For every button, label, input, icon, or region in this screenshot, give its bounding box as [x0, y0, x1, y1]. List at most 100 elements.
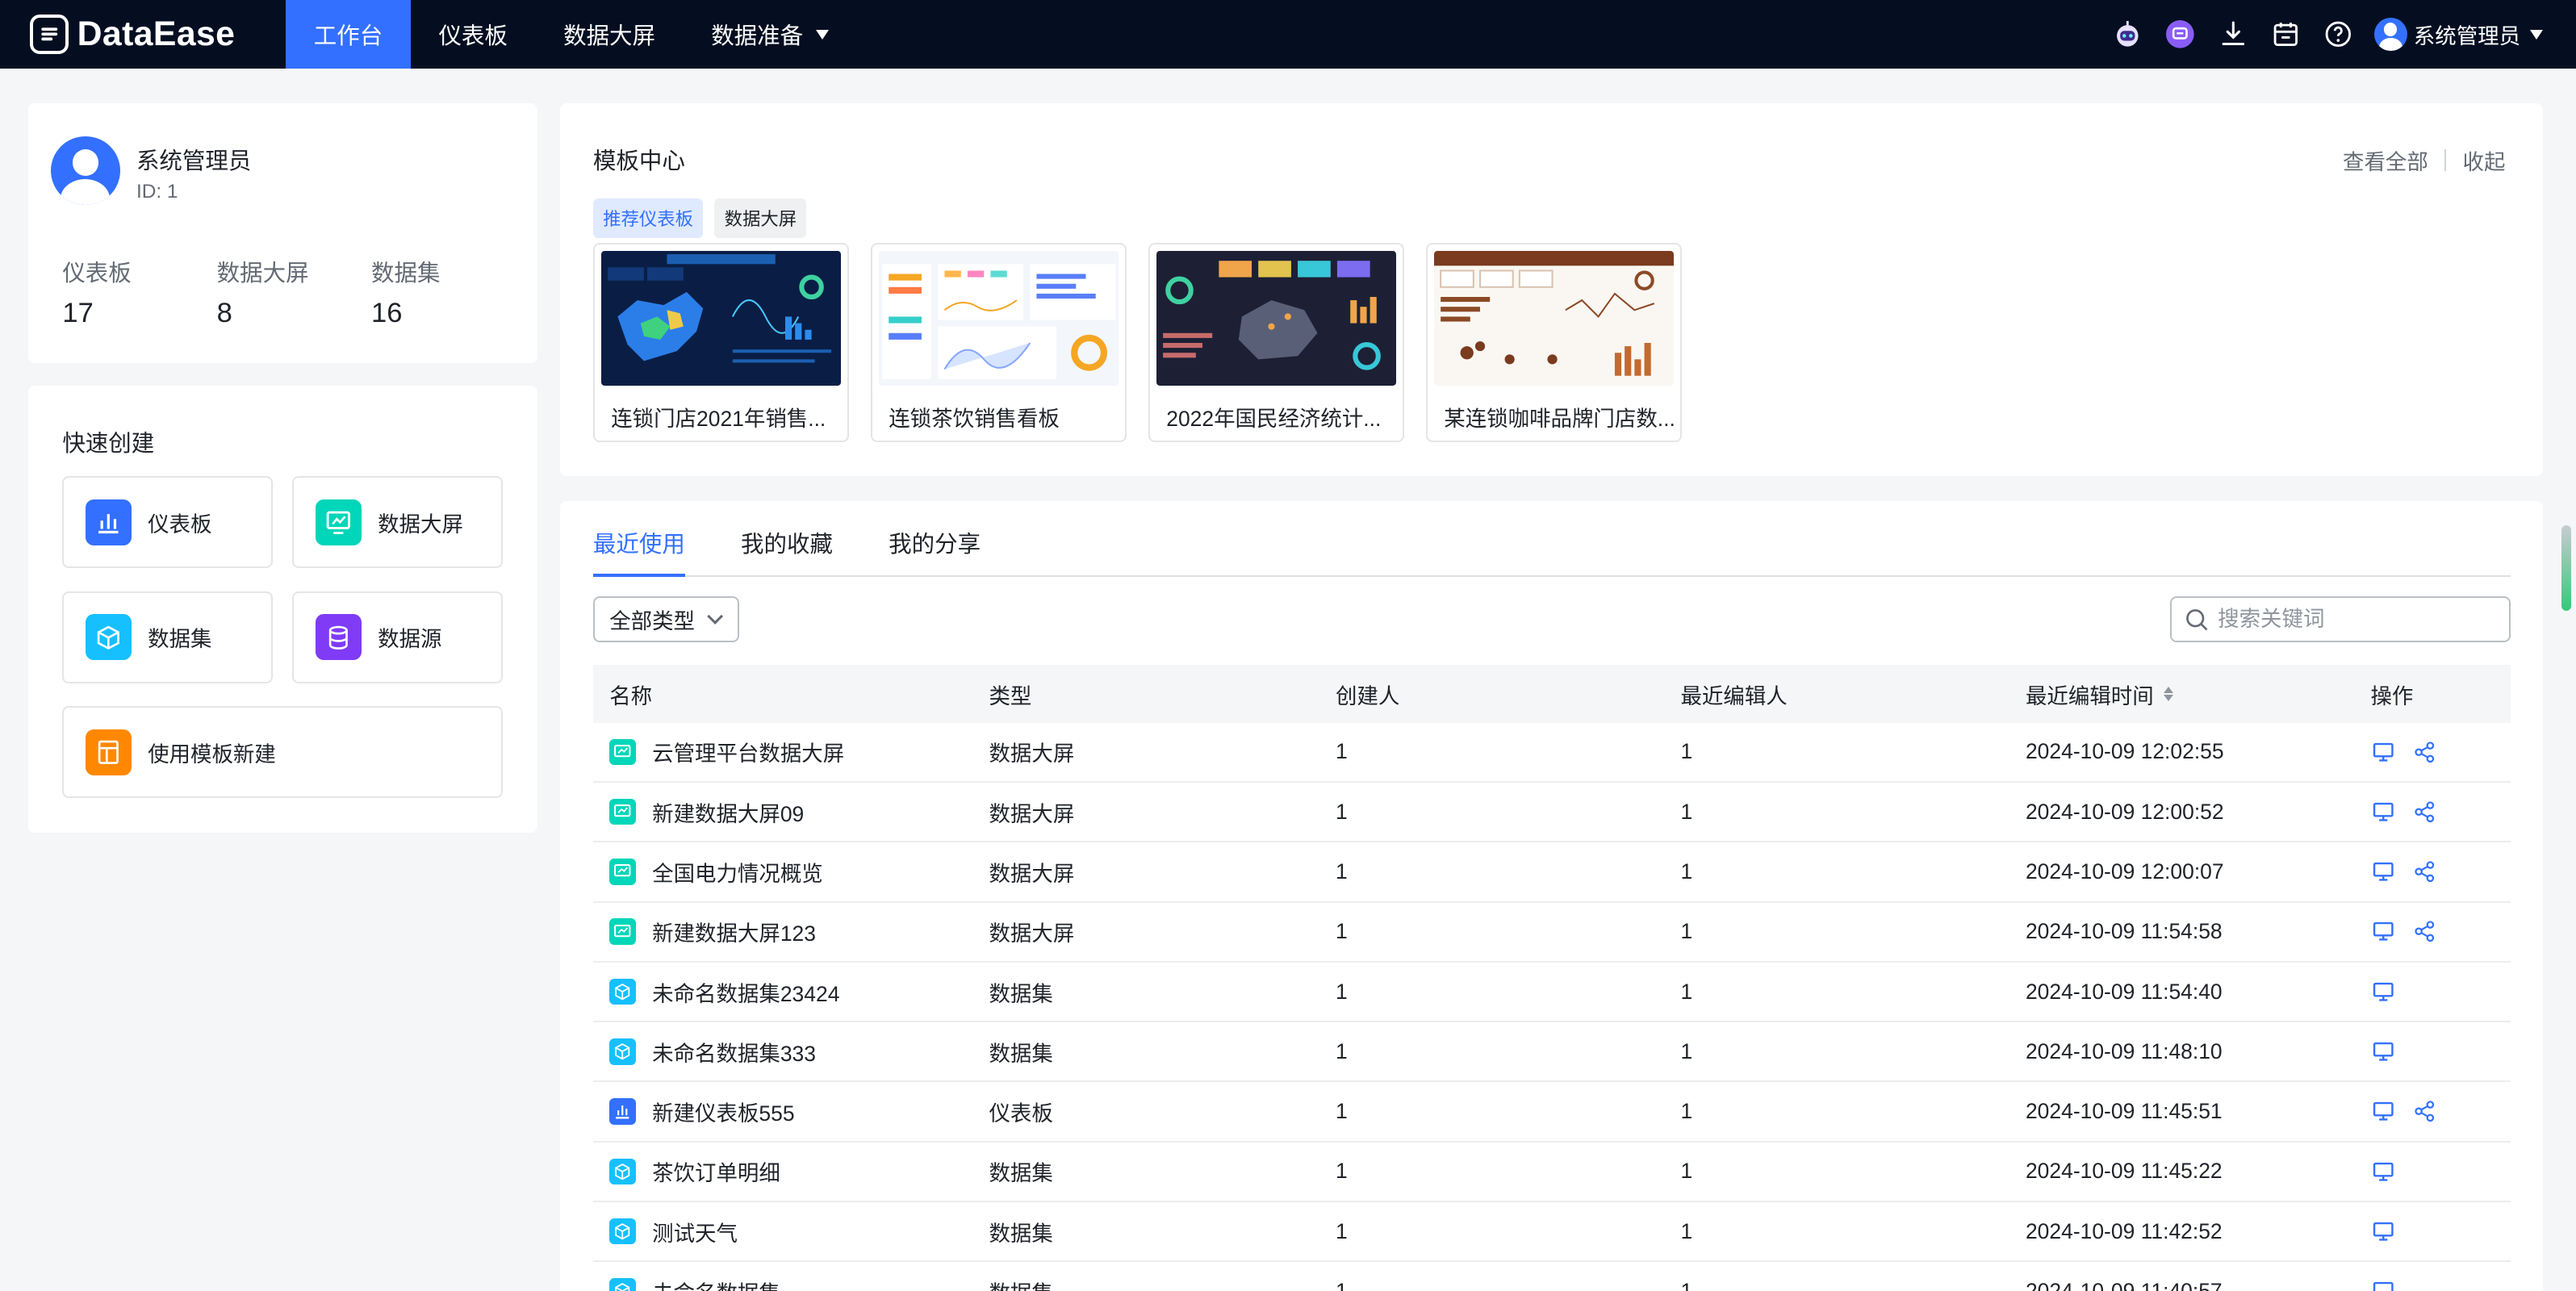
- logo-text: DataEase: [77, 15, 236, 54]
- nav-data-screen[interactable]: 数据大屏: [535, 0, 683, 69]
- avatar: [2373, 18, 2407, 52]
- col-creator: 创建人: [1336, 683, 1400, 708]
- table-row[interactable]: 茶饮订单明细 数据集 1 1 2024-10-09 11:45:22: [592, 1143, 2511, 1203]
- tab-favorites[interactable]: 我的收藏: [741, 527, 833, 576]
- resource-name[interactable]: 新建数据大屏09: [652, 796, 804, 828]
- tab-recent[interactable]: 最近使用: [592, 527, 685, 577]
- resource-name[interactable]: 新建仪表板555: [652, 1096, 794, 1127]
- cell-creator: 1: [1336, 1218, 1348, 1243]
- collapse-link[interactable]: 收起: [2463, 144, 2506, 176]
- template-item[interactable]: 2022年国民经济统计...: [1148, 243, 1405, 442]
- dataset-icon: [609, 1278, 636, 1291]
- template-item[interactable]: 连锁门店2021年销售...: [592, 243, 850, 442]
- resource-name[interactable]: 全国电力情况概览: [652, 856, 823, 888]
- monitor-chart-icon: [315, 499, 362, 545]
- cell-type: 数据集: [989, 1161, 1053, 1186]
- type-filter-select[interactable]: 全部类型: [592, 595, 740, 642]
- share-icon[interactable]: [2411, 1098, 2438, 1125]
- create-from-template-button[interactable]: 使用模板新建: [62, 706, 503, 799]
- nav-data-prep[interactable]: 数据准备: [684, 0, 857, 69]
- share-icon[interactable]: [2411, 859, 2438, 885]
- tab-data-screen[interactable]: 数据大屏: [714, 198, 807, 238]
- template-item[interactable]: 某连锁咖啡品牌门店数...: [1425, 243, 1683, 442]
- table-row[interactable]: 未命名数据集数据集112024-10-09 11:40:57: [593, 1262, 2511, 1291]
- table-row[interactable]: 未命名数据集23424 数据集 1 1 2024-10-09 11:54:40: [592, 963, 2511, 1023]
- tab-shared[interactable]: 我的分享: [889, 527, 981, 576]
- resource-name[interactable]: 新建数据大屏123: [652, 916, 816, 947]
- table-row[interactable]: 全国电力情况概览 数据大屏 1 1 2024-10-09 12:00:07: [592, 842, 2511, 903]
- view-all-link[interactable]: 查看全部: [2343, 144, 2428, 176]
- chat-icon[interactable]: [2154, 8, 2206, 61]
- quick-create-card: 快速创建 仪表板 数据大屏 数据集 数据源 使用模板新建: [27, 386, 537, 834]
- stat-label: 数据大屏: [216, 260, 309, 286]
- preview-monitor-icon[interactable]: [2370, 1038, 2397, 1065]
- cell-editor: 1: [1680, 1159, 1693, 1184]
- preview-monitor-icon[interactable]: [2370, 979, 2397, 1005]
- table-row[interactable]: 新建数据大屏123 数据大屏 1 1 2024-10-09 11:54:58: [592, 903, 2511, 963]
- table-row[interactable]: 云管理平台数据大屏 数据大屏 1 1 2024-10-09 12:02:55: [592, 723, 2511, 783]
- create-screen-button[interactable]: 数据大屏: [292, 476, 503, 569]
- download-icon[interactable]: [2206, 8, 2259, 61]
- main-nav: 工作台 仪表板 数据大屏 数据准备: [286, 0, 857, 69]
- cell-creator: 1: [1336, 1099, 1348, 1124]
- nav-dashboard[interactable]: 仪表板: [411, 0, 536, 69]
- ai-assistant-icon[interactable]: [2101, 8, 2154, 61]
- cell-type: 仪表板: [989, 1101, 1053, 1126]
- logo[interactable]: DataEase: [29, 15, 286, 55]
- cell-editor: 1: [1680, 1218, 1693, 1243]
- create-dashboard-button[interactable]: 仪表板: [62, 476, 273, 569]
- template-thumbnail: [1156, 251, 1397, 386]
- resource-name[interactable]: 未命名数据集333: [652, 1036, 816, 1067]
- create-dataset-button[interactable]: 数据集: [62, 591, 273, 683]
- recent-resources-card: 最近使用 我的收藏 我的分享 全部类型 名称 类型 创建人 最近编辑人 最近编辑…: [560, 500, 2544, 1291]
- share-icon[interactable]: [2411, 739, 2438, 766]
- col-actions: 操作: [2370, 683, 2414, 708]
- stat-value: 16: [371, 297, 403, 328]
- cell-creator: 1: [1336, 979, 1348, 1004]
- cell-actions: [2370, 1098, 2510, 1125]
- resource-name[interactable]: 未命名数据集23424: [652, 976, 839, 1008]
- preview-monitor-icon[interactable]: [2370, 859, 2397, 885]
- help-icon[interactable]: [2312, 8, 2365, 61]
- table-row[interactable]: 新建仪表板555 仪表板 1 1 2024-10-09 11:45:51: [592, 1082, 2511, 1143]
- cell-actions: [2370, 979, 2510, 1005]
- resource-name[interactable]: 茶饮订单明细: [652, 1155, 780, 1187]
- template-item[interactable]: 连锁茶饮销售看板: [870, 243, 1127, 442]
- sort-icon[interactable]: [2163, 687, 2173, 701]
- cell-edit-time: 2024-10-09 11:54:58: [2025, 919, 2223, 944]
- preview-monitor-icon[interactable]: [2370, 739, 2397, 766]
- button-label: 数据集: [148, 627, 212, 652]
- preview-monitor-icon[interactable]: [2370, 1159, 2397, 1185]
- table-row[interactable]: 测试天气 数据集 1 1 2024-10-09 11:42:52: [592, 1202, 2511, 1263]
- tab-recommended-dashboard[interactable]: 推荐仪表板: [592, 198, 704, 238]
- profile-stats: 仪表板 17 数据大屏 8 数据集 16: [62, 255, 525, 329]
- table-row[interactable]: 未命名数据集333 数据集 1 1 2024-10-09 11:48:10: [592, 1022, 2511, 1083]
- user-menu[interactable]: 系统管理员: [2373, 18, 2544, 52]
- resource-name[interactable]: 测试天气: [652, 1216, 738, 1247]
- database-icon: [315, 614, 362, 661]
- preview-monitor-icon[interactable]: [2370, 918, 2397, 945]
- cell-type: 数据集: [989, 981, 1053, 1006]
- nav-workbench[interactable]: 工作台: [286, 0, 411, 69]
- resource-name[interactable]: 未命名数据集: [652, 1276, 780, 1291]
- cell-type: 数据大屏: [989, 921, 1075, 946]
- calendar-icon[interactable]: [2259, 8, 2311, 61]
- cell-creator: 1: [1336, 1038, 1348, 1063]
- table-row[interactable]: 新建数据大屏09 数据大屏 1 1 2024-10-09 12:00:52: [592, 783, 2511, 843]
- share-icon[interactable]: [2411, 918, 2438, 945]
- scrollbar[interactable]: [2561, 525, 2571, 612]
- nav-label: 工作台: [313, 23, 383, 50]
- dataset-icon: [609, 1218, 636, 1245]
- search-input[interactable]: [2218, 606, 2498, 632]
- resource-name[interactable]: 云管理平台数据大屏: [652, 736, 844, 767]
- col-edit-time[interactable]: 最近编辑时间: [2026, 679, 2370, 710]
- share-icon[interactable]: [2411, 799, 2438, 825]
- preview-monitor-icon[interactable]: [2370, 1098, 2397, 1125]
- preview-monitor-icon[interactable]: [2370, 1278, 2397, 1291]
- preview-monitor-icon[interactable]: [2370, 799, 2397, 825]
- create-datasource-button[interactable]: 数据源: [292, 591, 503, 683]
- preview-monitor-icon[interactable]: [2370, 1218, 2397, 1245]
- cell-editor: 1: [1680, 1038, 1693, 1063]
- cell-type: 数据大屏: [989, 801, 1075, 826]
- col-editor: 最近编辑人: [1680, 683, 1788, 708]
